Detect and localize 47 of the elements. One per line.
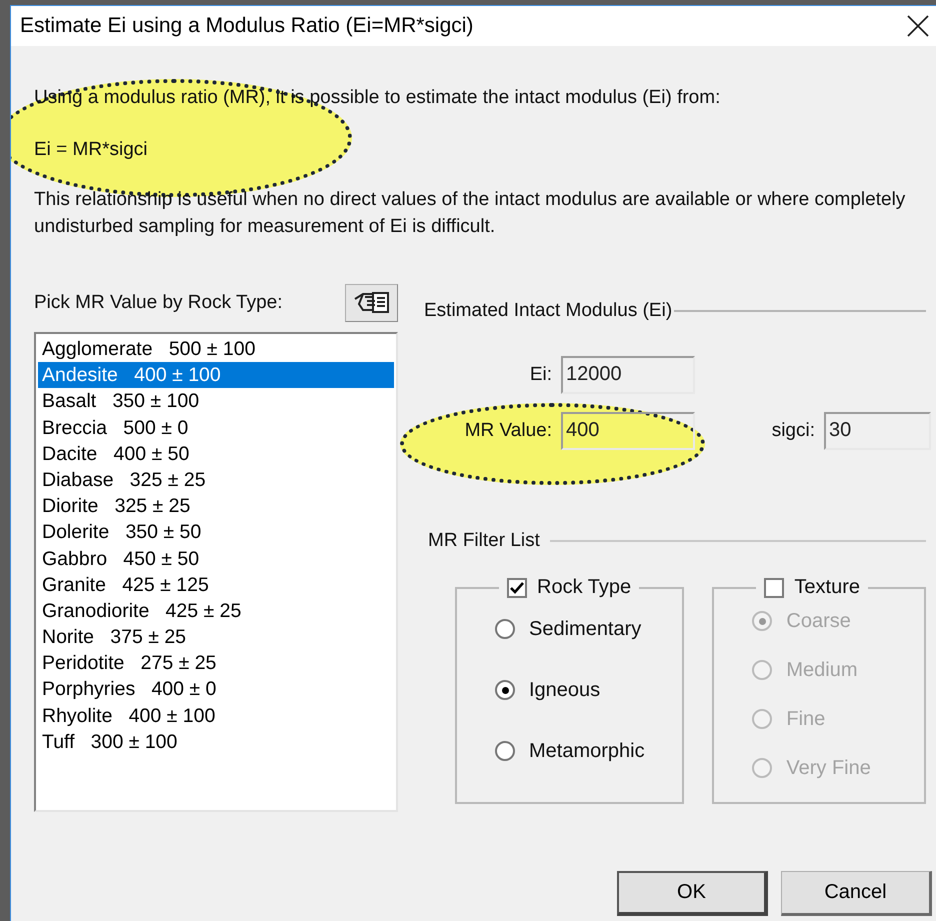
list-item[interactable]: Granite 425 ± 125	[38, 572, 394, 598]
dialog-button[interactable]: Cancel	[781, 871, 932, 916]
list-item[interactable]: Dolerite 350 ± 50	[38, 519, 394, 546]
group-heading: Estimated Intact Modulus (Ei)	[424, 300, 672, 322]
list-item[interactable]: Basalt 350 ± 100	[38, 388, 394, 415]
pointing-hand-icon	[352, 290, 390, 316]
list-item[interactable]: Peridotite 275 ± 25	[38, 650, 394, 676]
checkbox-label: Texture	[794, 576, 860, 599]
radio-label: Very Fine	[786, 756, 871, 780]
pick-button[interactable]	[345, 284, 398, 322]
radio-button[interactable]	[495, 619, 515, 639]
field-label: MR Value:	[464, 420, 552, 442]
list-item[interactable]: Granodiorite 425 ± 25	[38, 598, 394, 624]
radio-label: Metamorphic	[529, 740, 645, 762]
field-label: Ei:	[528, 364, 552, 386]
list-item[interactable]: Dacite 400 ± 50	[38, 440, 394, 467]
checkbox-label: Rock Type	[537, 576, 632, 599]
window-title: Estimate Ei using a Modulus Ratio (Ei=MR*sigci)	[20, 14, 474, 38]
ei-field[interactable]: 12000	[561, 356, 695, 394]
list-item[interactable]: Breccia 500 ± 0	[38, 414, 394, 441]
list-item[interactable]: Porphyries 400 ± 0	[38, 676, 394, 703]
dialog-button[interactable]: OK	[617, 871, 768, 916]
close-icon[interactable]	[906, 14, 930, 38]
list-item[interactable]: Norite 375 ± 25	[38, 624, 394, 650]
list-item[interactable]: Gabbro 450 ± 50	[38, 546, 394, 572]
list-label: Pick MR Value by Rock Type:	[34, 292, 283, 314]
list-item[interactable]: Rhyolite 400 ± 100	[38, 702, 394, 729]
sigci-field[interactable]: 30	[824, 412, 931, 450]
list-item[interactable]: Andesite 400 ± 100	[38, 362, 394, 388]
checkbox[interactable]	[507, 578, 527, 598]
radio-label: Sedimentary	[529, 618, 642, 640]
checkbox[interactable]	[764, 578, 784, 598]
radio-label: Coarse	[786, 610, 851, 632]
radio-label: Igneous	[529, 678, 600, 702]
radio-label: Fine	[786, 708, 826, 730]
list-item[interactable]: Tuff 300 ± 100	[38, 728, 394, 755]
rock-type-list[interactable]	[34, 332, 398, 812]
field-label: sigci:	[770, 420, 815, 442]
radio-label: Medium	[786, 658, 858, 682]
mr-value-field[interactable]: 400	[561, 412, 695, 450]
radio-button[interactable]	[495, 741, 515, 761]
radio-button[interactable]	[495, 680, 515, 700]
group-heading: MR Filter List	[428, 530, 540, 552]
formula-text: Ei = MR*sigci	[34, 138, 148, 162]
list-item[interactable]: Agglomerate 500 ± 100	[38, 336, 394, 362]
list-item[interactable]: Diorite 325 ± 25	[38, 493, 394, 520]
list-item[interactable]: Diabase 325 ± 25	[38, 466, 394, 494]
